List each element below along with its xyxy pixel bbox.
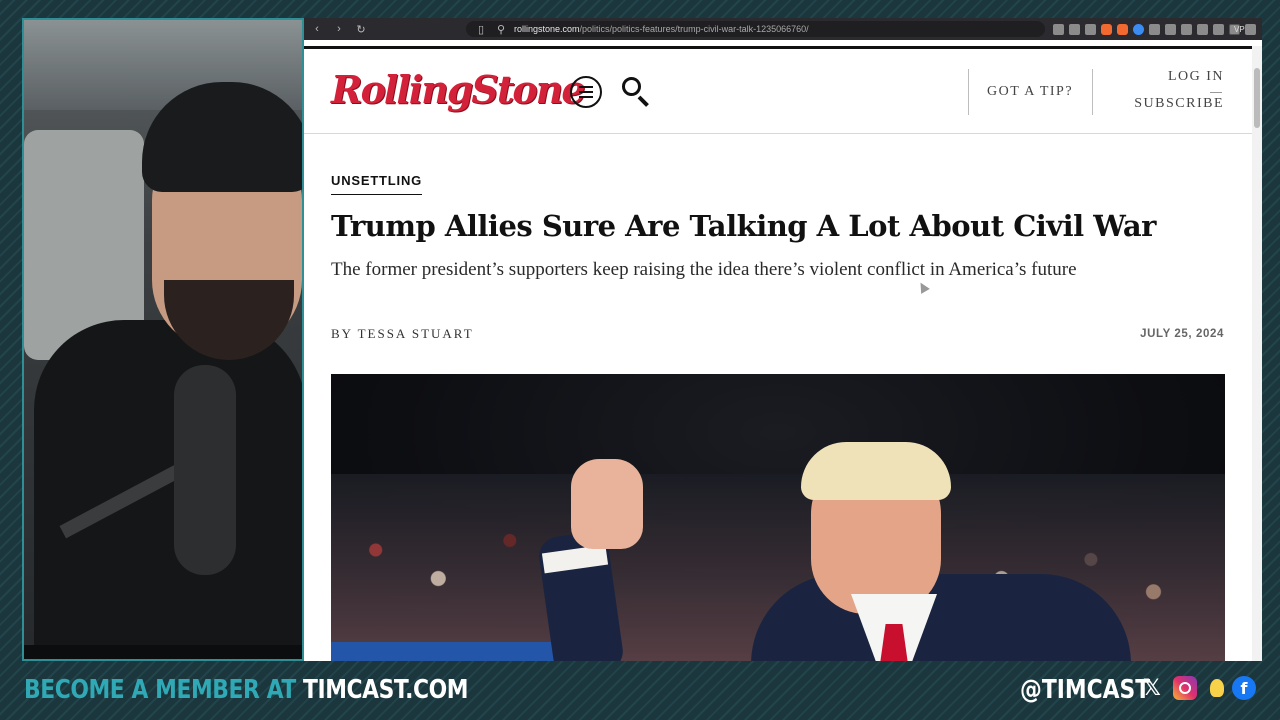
facebook-icon: f [1232, 676, 1256, 700]
hero-blue-sign [331, 642, 571, 661]
hero-image[interactable] [331, 374, 1225, 661]
login-underline [1210, 92, 1222, 93]
mouse-cursor [916, 280, 930, 294]
article-date: JULY 25, 2024 [1140, 328, 1224, 340]
web-page: RollingStone GOT A TIP? LOG IN SUBSCRIBE… [304, 46, 1252, 661]
media-icon[interactable] [1181, 23, 1192, 35]
extension-b-icon[interactable] [1149, 23, 1160, 35]
article-byline[interactable]: BY TESSA STUART [331, 326, 474, 342]
url-text: rollingstone.com/politics/politics-featu… [514, 24, 809, 34]
stream-overlay-bar: BECOME A MEMBER AT TIMCAST.COM @TIMCAST [0, 665, 1280, 720]
forward-icon[interactable]: › [332, 22, 346, 36]
site-header: RollingStone GOT A TIP? LOG IN SUBSCRIBE [304, 49, 1252, 134]
scrollbar-thumb[interactable] [1254, 68, 1260, 128]
webcam-person-body [34, 320, 302, 659]
menu-icon[interactable] [1245, 23, 1256, 35]
share-icon[interactable] [1085, 23, 1096, 35]
article-headline: Trump Allies Sure Are Talking A Lot Abou… [331, 209, 1156, 243]
back-icon[interactable]: ‹ [310, 22, 324, 36]
microphone [174, 365, 236, 575]
cta-domain: TIMCAST.COM [303, 675, 469, 705]
article-dek: The former president’s supporters keep r… [331, 259, 1077, 280]
lightbulb-icon [1205, 676, 1229, 700]
hero-subject-fist [571, 459, 643, 549]
social-handle: @TIMCAST [1020, 675, 1151, 705]
browser-toolbar: ‹ › ↻ ▯ ⚲ rollingstone.com/politics/poli… [304, 18, 1262, 40]
wallet-icon[interactable] [1213, 23, 1224, 35]
hero-subject-suit [751, 574, 1131, 661]
extension-puzzle-icon[interactable] [1165, 23, 1176, 35]
url-path: /politics/politics-features/trump-civil-… [579, 24, 809, 34]
article-kicker[interactable]: UNSETTLING [331, 173, 423, 195]
url-domain: rollingstone.com [514, 24, 580, 34]
search-icon[interactable] [622, 77, 652, 107]
extensions-area: VPN [1053, 23, 1256, 35]
brave-rewards-icon[interactable] [1117, 23, 1128, 35]
subscribe-link[interactable]: SUBSCRIBE [1134, 96, 1224, 112]
sidebar-icon[interactable] [1197, 23, 1208, 35]
reload-icon[interactable]: ↻ [354, 22, 368, 36]
browser-window: ‹ › ↻ ▯ ⚲ rollingstone.com/politics/poli… [304, 18, 1262, 661]
webcam-desk [24, 645, 302, 659]
header-divider [1092, 69, 1093, 115]
cta-prefix: BECOME A MEMBER AT [24, 675, 304, 705]
hero-subject-hair [801, 442, 951, 500]
rollingstone-logo[interactable]: RollingStone [331, 67, 586, 112]
x-icon: 𝕏 [1143, 675, 1161, 701]
bookmark-icon[interactable]: ▯ [474, 22, 488, 36]
membership-cta: BECOME A MEMBER AT TIMCAST.COM [24, 675, 468, 705]
webcam-feed [22, 18, 304, 661]
scrollbar-track[interactable] [1252, 46, 1262, 661]
reader-icon[interactable] [1069, 23, 1080, 35]
hamburger-menu-button[interactable] [570, 76, 602, 108]
brave-shields-icon[interactable] [1101, 23, 1112, 35]
address-bar[interactable]: ▯ ⚲ rollingstone.com/politics/politics-f… [466, 21, 1045, 37]
login-link[interactable]: LOG IN [1168, 69, 1224, 85]
zoom-icon[interactable] [1053, 23, 1064, 35]
instagram-icon [1173, 676, 1197, 700]
got-a-tip-link[interactable]: GOT A TIP? [987, 84, 1073, 100]
header-divider [968, 69, 969, 115]
extension-icon[interactable] [1133, 23, 1144, 35]
vpn-button[interactable]: VPN [1229, 23, 1250, 35]
site-settings-icon[interactable]: ⚲ [494, 22, 508, 36]
